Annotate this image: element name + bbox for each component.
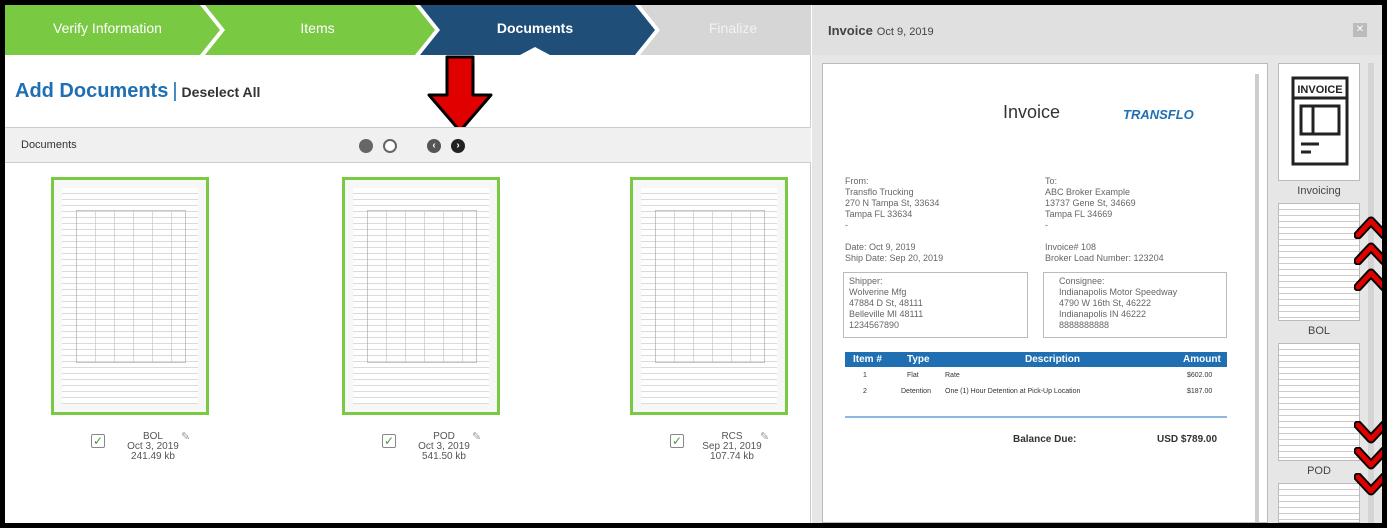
next-page-icon[interactable]: › bbox=[451, 139, 465, 153]
document-card-pod[interactable]: ✓ POD Oct 3, 2019 541.50 kb ✎ bbox=[342, 177, 504, 462]
col-description: Description bbox=[1025, 354, 1081, 365]
invoice-table-header: Item # Type Description Amount bbox=[845, 352, 1227, 367]
thumb-rcs[interactable] bbox=[1278, 483, 1360, 523]
row-type: Detention bbox=[901, 388, 931, 395]
documents-panel: Verify Information Items Documents Final… bbox=[5, 5, 811, 523]
document-size: 541.50 kb bbox=[422, 451, 466, 462]
row-item: 2 bbox=[863, 388, 867, 395]
documents-bar-label: Documents bbox=[21, 139, 77, 151]
edit-pencil-icon[interactable]: ✎ bbox=[181, 430, 190, 443]
consignee-info: Consignee: Indianapolis Motor Speedway 4… bbox=[1059, 276, 1178, 330]
document-checkbox[interactable]: ✓ bbox=[91, 434, 105, 448]
document-thumbnail[interactable] bbox=[342, 177, 500, 415]
heading-separator: | bbox=[172, 80, 178, 102]
balance-value: USD $789.00 bbox=[1157, 434, 1218, 445]
prev-page-icon[interactable]: ‹ bbox=[427, 139, 441, 153]
preview-title: Invoice Oct 9, 2019 bbox=[828, 23, 934, 38]
preview-scrollbar[interactable] bbox=[1255, 74, 1259, 522]
chevron-up-annotation-icon bbox=[1354, 242, 1382, 265]
step-verify-label[interactable]: Verify Information bbox=[15, 20, 200, 36]
pager-dot-2[interactable] bbox=[383, 139, 397, 153]
add-documents-title: Add Documents bbox=[15, 80, 169, 102]
invoice-preview: Invoice TRANSFLO From: Transflo Trucking… bbox=[822, 63, 1268, 523]
document-card-rcs[interactable]: ✓ RCS Sep 21, 2019 107.74 kb ✎ bbox=[630, 177, 792, 462]
chevron-down-annotation-icon bbox=[1354, 421, 1382, 444]
edit-pencil-icon[interactable]: ✎ bbox=[760, 430, 769, 443]
step-documents-label[interactable]: Documents bbox=[435, 20, 635, 36]
invoice-dates: Date: Oct 9, 2019 Ship Date: Sep 20, 201… bbox=[845, 242, 944, 263]
balance-label: Balance Due: bbox=[1013, 434, 1077, 445]
step-finalize-label[interactable]: Finalize bbox=[655, 20, 811, 36]
deselect-all-link[interactable]: Deselect All bbox=[182, 84, 261, 100]
transflo-logo: TRANSFLO bbox=[1123, 107, 1194, 122]
preview-doc-type: Invoice bbox=[828, 23, 873, 38]
table-row: 1 Flat Rate $602.00 bbox=[845, 370, 1227, 386]
document-size: 241.49 kb bbox=[131, 451, 175, 462]
document-card-bol[interactable]: ✓ BOL Oct 3, 2019 241.49 kb ✎ bbox=[51, 177, 213, 462]
document-size: 107.74 kb bbox=[710, 451, 754, 462]
chevron-down-annotation-icon bbox=[1354, 447, 1382, 470]
invoice-to: To: ABC Broker Example 13737 Gene St, 34… bbox=[1045, 176, 1136, 230]
step-items-label[interactable]: Items bbox=[220, 20, 415, 36]
thumb-label-invoicing: Invoicing bbox=[1297, 185, 1341, 197]
page-thumbnails: INVOICE Invoicing BOL POD bbox=[1268, 55, 1382, 523]
col-item: Item # bbox=[853, 354, 882, 365]
thumb-label-pod: POD bbox=[1307, 465, 1331, 477]
document-checkbox[interactable]: ✓ bbox=[382, 434, 396, 448]
chevron-up-annotation-icon bbox=[1354, 268, 1382, 291]
shipper-info: Shipper: Wolverine Mfg 47884 D St, 48111… bbox=[849, 276, 924, 330]
invoice-title: Invoice bbox=[1003, 102, 1061, 122]
preview-header: Invoice Oct 9, 2019 ✕ bbox=[812, 5, 1382, 55]
document-thumbnail[interactable] bbox=[630, 177, 788, 415]
documents-toolbar: Documents ‹ › bbox=[5, 127, 811, 163]
row-type: Flat bbox=[907, 372, 919, 379]
invoice-number: Invoice# 108 Broker Load Number: 123204 bbox=[1045, 242, 1164, 263]
thumb-label-bol: BOL bbox=[1307, 325, 1330, 337]
row-description: One (1) Hour Detention at Pick-Up Locati… bbox=[945, 388, 1081, 395]
edit-pencil-icon[interactable]: ✎ bbox=[472, 430, 481, 443]
thumb-pod[interactable] bbox=[1278, 343, 1360, 461]
row-amount: $187.00 bbox=[1187, 388, 1213, 395]
invoice-document-icon: INVOICE bbox=[1291, 76, 1349, 166]
chevron-down-annotation-icon bbox=[1354, 473, 1382, 496]
red-down-arrow-annotation bbox=[427, 55, 493, 133]
col-type: Type bbox=[907, 354, 930, 365]
add-documents-heading: Add Documents | Deselect All bbox=[15, 80, 260, 103]
document-thumbnail[interactable] bbox=[51, 177, 209, 415]
row-item: 1 bbox=[863, 372, 867, 379]
preview-doc-date: Oct 9, 2019 bbox=[876, 26, 934, 38]
chevron-up-annotation-icon bbox=[1354, 216, 1382, 239]
thumb-invoicing[interactable]: INVOICE bbox=[1278, 63, 1360, 181]
pager-dot-1[interactable] bbox=[359, 139, 373, 153]
thumb-bol[interactable] bbox=[1278, 203, 1360, 321]
row-amount: $602.00 bbox=[1187, 372, 1213, 379]
invoice-icon-text: INVOICE bbox=[1297, 84, 1342, 96]
table-row: 2 Detention One (1) Hour Detention at Pi… bbox=[845, 386, 1227, 402]
document-checkbox[interactable]: ✓ bbox=[670, 434, 684, 448]
app-frame: Verify Information Items Documents Final… bbox=[0, 0, 1387, 528]
col-amount: Amount bbox=[1183, 354, 1221, 365]
table-divider bbox=[845, 416, 1227, 418]
row-description: Rate bbox=[945, 372, 960, 379]
close-icon[interactable]: ✕ bbox=[1353, 23, 1367, 37]
invoice-from: From: Transflo Trucking 270 N Tampa St, … bbox=[845, 176, 940, 230]
preview-panel: Invoice Oct 9, 2019 ✕ Invoice TRANSFLO Fr… bbox=[812, 5, 1382, 523]
